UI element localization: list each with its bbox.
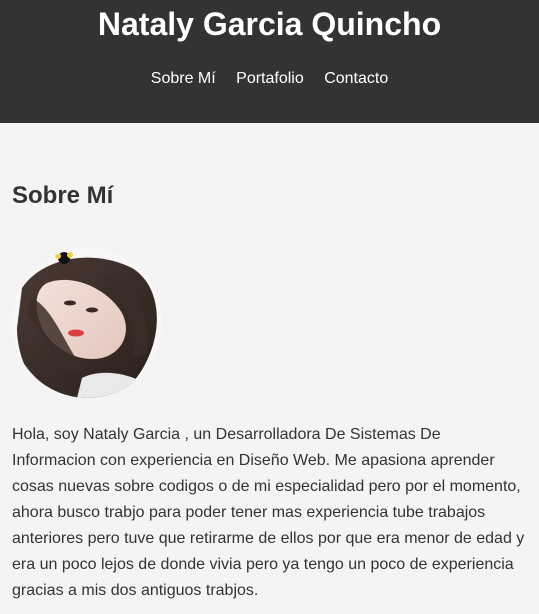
site-title: Nataly Garcia Quincho: [97, 6, 442, 42]
about-heading: Sobre Mí: [12, 182, 114, 209]
nav-link-portafolio[interactable]: Portafolio: [236, 70, 304, 87]
main-content: Sobre Mí Hola, soy Nataly Garcia , un De…: [0, 181, 539, 604]
nav-link-contacto[interactable]: Contacto: [324, 70, 388, 87]
main-nav: Sobre Mí Portafolio Contacto: [0, 69, 539, 89]
site-header: Nataly Garcia Quincho Sobre Mí Portafoli…: [0, 0, 539, 123]
about-section: Sobre Mí Hola, soy Nataly Garcia , un De…: [12, 181, 527, 604]
nav-link-sobre-mi[interactable]: Sobre Mí: [151, 70, 216, 87]
profile-photo: [12, 248, 162, 398]
about-text: Hola, soy Nataly Garcia , un Desarrollad…: [12, 426, 525, 599]
profile-photo-illustration: [12, 248, 162, 398]
